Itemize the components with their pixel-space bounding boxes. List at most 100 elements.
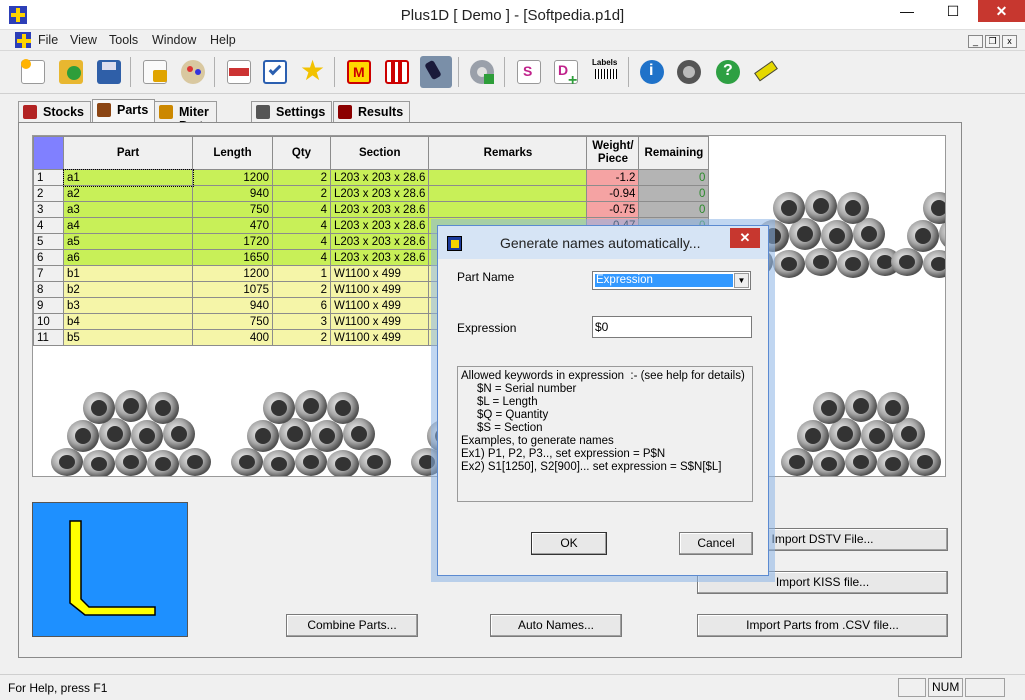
mdi-minimize-button[interactable]: _: [968, 35, 983, 48]
cell-qty[interactable]: 4: [272, 249, 331, 266]
tab-settings[interactable]: Settings: [251, 101, 333, 122]
film-icon[interactable]: [673, 56, 705, 88]
tab-miter-parts[interactable]: Miter Parts: [154, 101, 218, 133]
cell-part[interactable]: b2: [63, 281, 193, 298]
cell-length[interactable]: 750: [192, 313, 273, 330]
row-number[interactable]: 9: [33, 297, 64, 314]
chevron-down-icon[interactable]: ▼: [734, 273, 749, 288]
cell-length[interactable]: 400: [192, 329, 273, 346]
row-number[interactable]: 5: [33, 233, 64, 250]
menu-tools[interactable]: Tools: [109, 33, 138, 47]
tab-stocks[interactable]: Stocks: [18, 101, 91, 122]
grid-icon[interactable]: [381, 56, 413, 88]
row-number[interactable]: 3: [33, 201, 64, 218]
open-icon[interactable]: [55, 56, 87, 88]
menu-file[interactable]: File: [38, 33, 58, 47]
star-icon[interactable]: ★: [297, 56, 329, 88]
cell-section[interactable]: L203 x 203 x 28.6: [329, 217, 430, 234]
cell-section[interactable]: L203 x 203 x 28.6: [329, 169, 430, 186]
rtf-icon[interactable]: [223, 56, 255, 88]
cell-section[interactable]: L203 x 203 x 28.6: [329, 233, 430, 250]
cancel-button[interactable]: Cancel: [679, 532, 753, 555]
mdi-restore-button[interactable]: ❐: [985, 35, 1000, 48]
cell-length[interactable]: 1200: [192, 169, 273, 186]
d-doc-icon[interactable]: D +: [550, 56, 582, 89]
col-header-part[interactable]: Part: [63, 136, 193, 170]
row-number[interactable]: 7: [33, 265, 64, 282]
mdi-close-button[interactable]: x: [1002, 35, 1017, 48]
menu-view[interactable]: View: [70, 33, 97, 47]
cell-length[interactable]: 1650: [192, 249, 273, 266]
info-icon[interactable]: i: [636, 56, 668, 88]
cell-qty[interactable]: 2: [272, 169, 331, 186]
minimize-button[interactable]: —: [884, 0, 930, 22]
cell-part[interactable]: a1: [62, 168, 194, 187]
cell-length[interactable]: 1075: [192, 281, 273, 298]
cell-length[interactable]: 1200: [192, 265, 273, 282]
cell-qty[interactable]: 6: [272, 297, 331, 314]
table-row[interactable]: 1 a1 1200 2 L203 x 203 x 28.6 -1.2 0: [33, 168, 710, 187]
cell-section[interactable]: W1100 x 499: [329, 297, 430, 314]
cell-section[interactable]: W1100 x 499: [329, 313, 430, 330]
cell-part[interactable]: a5: [63, 233, 193, 250]
maximize-button[interactable]: ☐: [930, 0, 976, 22]
cell-part[interactable]: b1: [63, 265, 193, 282]
cell-part[interactable]: a4: [63, 217, 193, 234]
row-number[interactable]: 8: [33, 281, 64, 298]
col-header-weight[interactable]: Weight/ Piece: [586, 136, 640, 170]
checklist-icon[interactable]: [259, 56, 291, 88]
tab-parts[interactable]: Parts: [92, 99, 156, 123]
cell-length[interactable]: 750: [192, 201, 273, 218]
cut-icon[interactable]: [751, 56, 783, 88]
paint-icon[interactable]: [420, 56, 452, 88]
row-number[interactable]: 4: [33, 217, 64, 234]
table-row[interactable]: 3 a3 750 4 L203 x 203 x 28.6 -0.75 0: [33, 201, 710, 218]
cell-qty[interactable]: 3: [272, 313, 331, 330]
palette-icon[interactable]: [177, 56, 209, 88]
cell-qty[interactable]: 4: [272, 201, 331, 218]
cell-qty[interactable]: 2: [272, 329, 331, 346]
help-icon[interactable]: ?: [712, 56, 744, 88]
cell-length[interactable]: 940: [192, 185, 273, 202]
col-header-qty[interactable]: Qty: [272, 136, 331, 170]
grid-corner[interactable]: [33, 136, 64, 170]
cell-section[interactable]: W1100 x 499: [329, 281, 430, 298]
row-number[interactable]: 11: [33, 329, 64, 346]
labels-icon[interactable]: Labels: [590, 56, 622, 88]
cell-remarks[interactable]: [428, 201, 588, 218]
cell-part[interactable]: b5: [63, 329, 193, 346]
cell-qty[interactable]: 4: [272, 217, 331, 234]
cell-qty[interactable]: 2: [272, 281, 331, 298]
cell-section[interactable]: L203 x 203 x 28.6: [329, 249, 430, 266]
cell-remarks[interactable]: [428, 185, 588, 202]
gear-icon[interactable]: [466, 56, 498, 88]
cell-part[interactable]: a2: [63, 185, 193, 202]
menu-help[interactable]: Help: [210, 33, 236, 47]
cell-qty[interactable]: 2: [272, 185, 331, 202]
cell-length[interactable]: 940: [192, 297, 273, 314]
lock-icon[interactable]: [139, 56, 171, 88]
col-header-remarks[interactable]: Remarks: [428, 136, 588, 170]
cell-length[interactable]: 470: [192, 217, 273, 234]
cell-section[interactable]: L203 x 203 x 28.6: [329, 201, 430, 218]
col-header-remaining[interactable]: Remaining: [638, 136, 710, 170]
cell-section[interactable]: W1100 x 499: [329, 329, 430, 346]
cell-weight[interactable]: -0.75: [586, 201, 640, 218]
cell-part[interactable]: a6: [63, 249, 193, 266]
cell-section[interactable]: L203 x 203 x 28.6: [329, 185, 430, 202]
table-row[interactable]: 2 a2 940 2 L203 x 203 x 28.6 -0.94 0: [33, 185, 710, 202]
row-number[interactable]: 10: [33, 313, 64, 330]
new-icon[interactable]: [17, 56, 49, 88]
cell-remaining[interactable]: 0: [638, 169, 710, 186]
cell-part[interactable]: b3: [63, 297, 193, 314]
cell-remarks[interactable]: [428, 169, 588, 186]
cell-section[interactable]: W1100 x 499: [329, 265, 430, 282]
cell-part[interactable]: a3: [63, 201, 193, 218]
row-number[interactable]: 6: [33, 249, 64, 266]
cell-qty[interactable]: 1: [272, 265, 331, 282]
cell-weight[interactable]: -1.2: [586, 169, 640, 186]
menu-window[interactable]: Window: [152, 33, 196, 47]
expression-input[interactable]: $0: [592, 316, 752, 338]
document-icon[interactable]: [15, 32, 31, 48]
cell-qty[interactable]: 4: [272, 233, 331, 250]
